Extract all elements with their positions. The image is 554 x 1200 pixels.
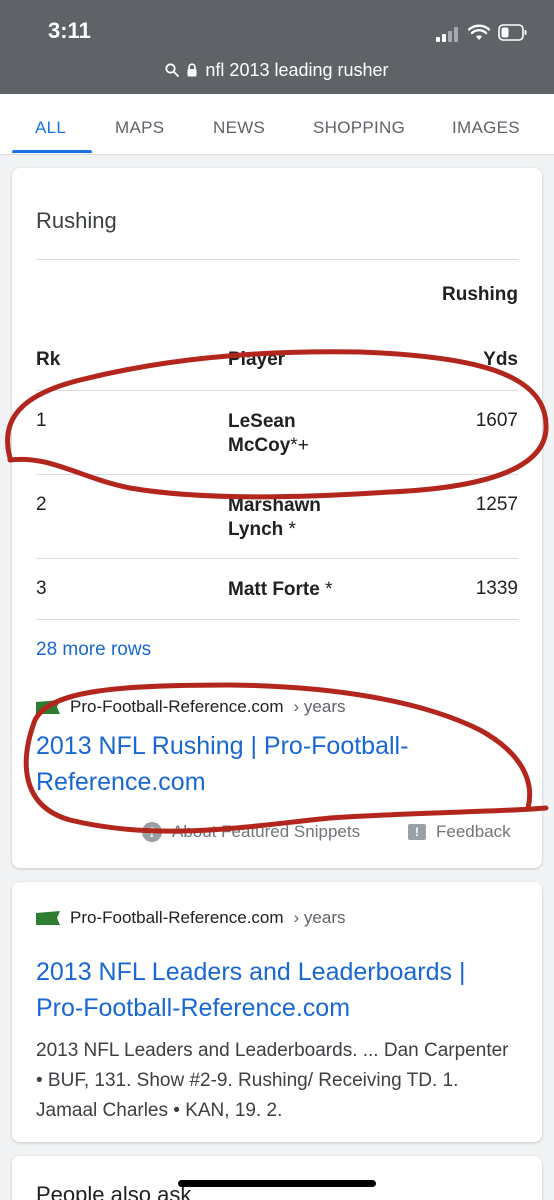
people-also-ask-card: People also ask xyxy=(12,1156,542,1200)
divider xyxy=(36,558,518,559)
battery-icon xyxy=(498,24,527,41)
search-results-page: 3:11 nfl 2013 leading rusher ALL MAPS NE… xyxy=(0,0,554,1200)
search-icon xyxy=(165,63,180,77)
more-rows-link[interactable]: 28 more rows xyxy=(36,639,151,661)
url-text: nfl 2013 leading rusher xyxy=(205,59,389,80)
table-cell-rank: 3 xyxy=(36,578,47,599)
lock-icon xyxy=(187,63,197,77)
home-indicator[interactable] xyxy=(178,1180,376,1187)
divider xyxy=(36,474,518,475)
about-featured-snippets[interactable]: ? About Featured Snippets xyxy=(142,822,360,842)
search-result-card: Pro-Football-Reference.com › years 2013 … xyxy=(12,882,542,1142)
section-title: Rushing xyxy=(36,208,117,233)
column-header-player: Player xyxy=(228,349,286,370)
feedback-button[interactable]: ! Feedback xyxy=(408,822,511,842)
result-source[interactable]: Pro-Football-Reference.com › years xyxy=(36,697,346,717)
column-header-rank: Rk xyxy=(36,349,61,370)
table-cell-player: LeSean McCoy*+ xyxy=(228,411,309,456)
clock: 3:11 xyxy=(48,18,91,43)
column-header-rushing: Rushing xyxy=(442,284,518,305)
tab-news[interactable]: NEWS xyxy=(213,118,265,138)
result-source[interactable]: Pro-Football-Reference.com › years xyxy=(36,908,346,928)
result-link[interactable]: 2013 NFL Leaders and Leaderboards | Pro-… xyxy=(36,954,465,1026)
table-cell-player: Marshawn Lynch * xyxy=(228,495,321,540)
table-cell-player: Matt Forte * xyxy=(228,579,333,600)
divider xyxy=(36,259,518,260)
tab-maps[interactable]: MAPS xyxy=(115,118,164,138)
table-cell-yds: 1339 xyxy=(475,578,518,599)
featured-snippet-card: Rushing Rushing Rk Player Yds 1 LeSean M… xyxy=(12,168,542,868)
featured-result-link[interactable]: 2013 NFL Rushing | Pro-Football- Referen… xyxy=(36,728,408,800)
address-bar[interactable]: nfl 2013 leading rusher xyxy=(0,58,554,82)
feedback-icon: ! xyxy=(408,824,426,840)
tab-shopping[interactable]: SHOPPING xyxy=(313,118,405,138)
signal-icon xyxy=(436,26,462,42)
result-snippet: 2013 NFL Leaders and Leaderboards. ... D… xyxy=(36,1040,509,1121)
wifi-icon xyxy=(468,24,490,40)
status-bar: 3:11 nfl 2013 leading rusher xyxy=(0,0,554,94)
divider xyxy=(36,619,518,620)
favicon-flag-icon xyxy=(36,700,60,714)
search-tabs: ALL MAPS NEWS SHOPPING IMAGES xyxy=(0,94,554,155)
active-tab-indicator xyxy=(12,150,92,153)
tab-all[interactable]: ALL xyxy=(35,118,66,138)
table-cell-yds: 1607 xyxy=(475,410,518,431)
help-icon: ? xyxy=(142,822,162,842)
column-header-yds: Yds xyxy=(483,349,518,370)
table-cell-yds: 1257 xyxy=(475,494,518,515)
favicon-flag-icon xyxy=(36,911,60,925)
table-cell-rank: 2 xyxy=(36,494,47,515)
tab-images[interactable]: IMAGES xyxy=(452,118,520,138)
divider xyxy=(36,390,518,391)
table-cell-rank: 1 xyxy=(36,410,47,431)
people-also-ask-heading[interactable]: People also ask xyxy=(36,1182,191,1200)
